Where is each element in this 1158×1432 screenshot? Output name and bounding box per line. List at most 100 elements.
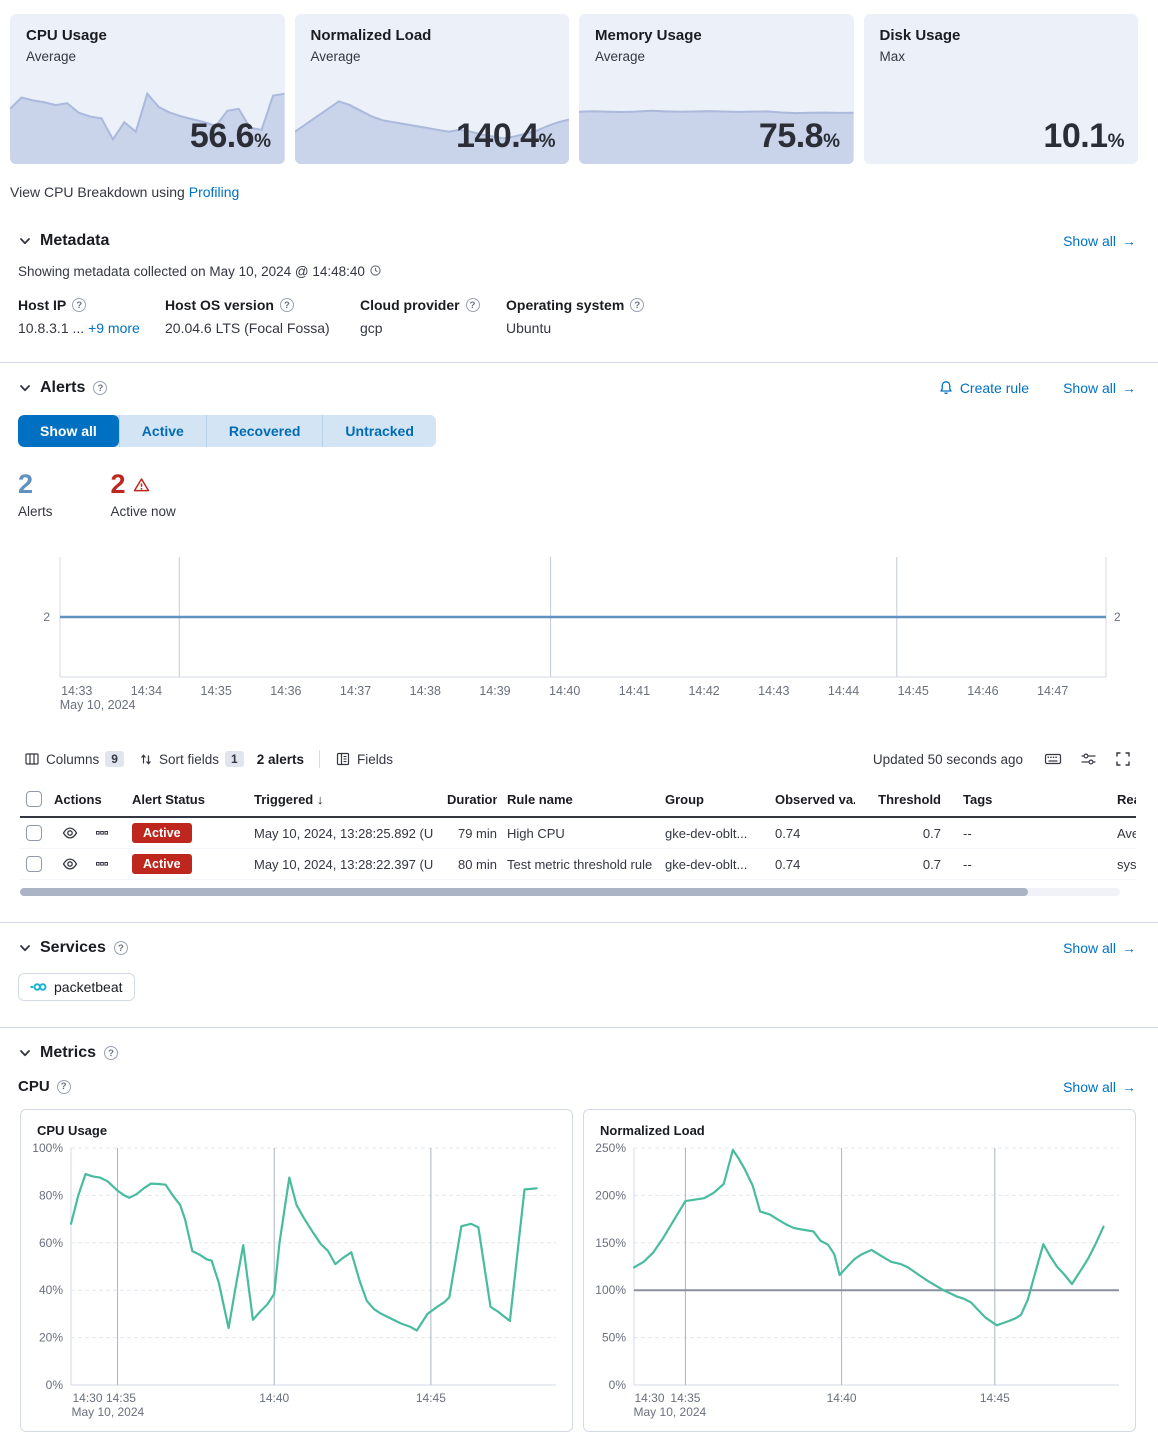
metadata-more-link[interactable]: +9 more <box>88 320 140 336</box>
kpi-card-memory-usage: Memory UsageAverage75.8% <box>579 14 854 164</box>
row-select-cell <box>20 856 54 872</box>
alerts-show-all-link[interactable]: Show all → <box>1063 380 1136 396</box>
help-icon[interactable]: ? <box>280 298 294 312</box>
column-header-observed-va-[interactable]: Observed va... <box>765 792 855 807</box>
help-icon[interactable]: ? <box>630 298 644 312</box>
group-cell: gke-dev-oblt... <box>655 826 765 841</box>
metadata-field-host-os-version: Host OS version?20.04.6 LTS (Focal Fossa… <box>165 297 360 336</box>
metadata-field-label: Host IP? <box>18 297 165 313</box>
tab-show-all[interactable]: Show all <box>18 415 119 447</box>
tab-recovered[interactable]: Recovered <box>206 415 323 447</box>
svg-text:May 10, 2024: May 10, 2024 <box>60 698 136 712</box>
svg-text:14:33: 14:33 <box>61 684 92 698</box>
svg-text:14:30: 14:30 <box>72 1391 102 1405</box>
alerts-section: Alerts ? Create rule Show all → Show all… <box>0 379 1158 896</box>
services-collapse-chevron-icon[interactable] <box>18 941 32 955</box>
fields-button[interactable]: Fields <box>335 751 393 767</box>
create-rule-label: Create rule <box>960 380 1029 396</box>
select-all-checkbox[interactable] <box>26 791 42 807</box>
kpi-subtitle: Average <box>579 44 854 64</box>
metrics-section: Metrics ? CPU ? Show all → CPU Usage0%20… <box>0 1044 1158 1432</box>
help-icon[interactable]: ? <box>72 298 86 312</box>
profiling-link[interactable]: Profiling <box>189 184 240 200</box>
svg-text:14:45: 14:45 <box>898 684 929 698</box>
metadata-field-label: Operating system? <box>506 297 644 313</box>
more-actions-icon[interactable] <box>94 856 110 872</box>
column-header-triggered[interactable]: Triggered ↓ <box>254 792 447 807</box>
more-actions-icon[interactable] <box>94 825 110 841</box>
svg-text:100%: 100% <box>32 1141 63 1155</box>
svg-text:2: 2 <box>1114 610 1121 624</box>
eye-icon[interactable] <box>62 856 78 872</box>
tab-untracked[interactable]: Untracked <box>322 415 435 447</box>
metric-chart-title: Normalized Load <box>584 1110 1135 1138</box>
metrics-charts: CPU Usage0%20%40%60%80%100%14:30May 10, … <box>20 1109 1136 1432</box>
row-checkbox[interactable] <box>26 825 42 841</box>
alerts-timeline-chart: 2214:33May 10, 202414:3414:3514:3614:371… <box>20 553 1138 713</box>
warning-triangle-icon <box>133 477 150 493</box>
svg-text:14:45: 14:45 <box>416 1391 446 1405</box>
help-icon[interactable]: ? <box>114 941 128 955</box>
kpi-subtitle: Max <box>864 44 1139 64</box>
column-header-threshold[interactable]: Threshold <box>855 792 941 807</box>
alerts-collapse-chevron-icon[interactable] <box>18 381 32 395</box>
metadata-field-host-ip: Host IP?10.8.3.1 ... +9 more <box>18 297 165 336</box>
column-header-duration[interactable]: Duration <box>447 792 497 807</box>
keyboard-shortcuts-button[interactable] <box>1040 747 1066 771</box>
duration-cell: 80 min <box>447 857 497 872</box>
help-icon[interactable]: ? <box>93 381 107 395</box>
arrow-right-icon: → <box>1122 380 1136 396</box>
svg-text:14:41: 14:41 <box>619 684 650 698</box>
clock-icon[interactable] <box>370 265 381 276</box>
alerts-filter-tabs: Show allActiveRecoveredUntracked <box>18 415 436 447</box>
metrics-collapse-chevron-icon[interactable] <box>18 1046 32 1060</box>
display-options-button[interactable] <box>1075 747 1101 771</box>
services-show-all-link[interactable]: Show all → <box>1063 940 1136 956</box>
column-header-alert-status[interactable]: Alert Status <box>132 792 254 807</box>
metadata-collapse-chevron-icon[interactable] <box>18 234 32 248</box>
fields-icon <box>335 751 351 767</box>
svg-text:May 10, 2024: May 10, 2024 <box>71 1405 144 1419</box>
profiling-text: View CPU Breakdown using <box>10 184 185 200</box>
alert-count-value: 2 <box>111 471 176 498</box>
kpi-unit: % <box>254 131 270 152</box>
metadata-section: Metadata Show all → Showing metadata col… <box>0 232 1158 336</box>
svg-text:40%: 40% <box>39 1283 63 1297</box>
duration-cell: 79 min <box>447 826 497 841</box>
sort-count-badge: 1 <box>225 751 244 767</box>
group-cell: gke-dev-oblt... <box>655 857 765 872</box>
svg-text:2: 2 <box>43 610 50 624</box>
column-header-rule-name[interactable]: Rule name <box>497 792 655 807</box>
services-section: Services ? Show all → packetbeat <box>0 939 1158 1001</box>
kpi-row: CPU UsageAverage56.6%Normalized LoadAver… <box>0 0 1158 164</box>
kpi-title: Memory Usage <box>579 14 854 44</box>
metadata-show-all-link[interactable]: Show all → <box>1063 233 1136 249</box>
column-header-rea[interactable]: Rea <box>1089 792 1136 807</box>
reason-cell: Ave <box>1089 826 1136 841</box>
columns-button[interactable]: Columns 9 <box>24 751 124 767</box>
fullscreen-button[interactable] <box>1110 747 1136 771</box>
metadata-field-label: Host OS version? <box>165 297 360 313</box>
svg-text:14:40: 14:40 <box>827 1391 857 1405</box>
alerts-timeline-svg: 2214:33May 10, 202414:3414:3514:3614:371… <box>20 553 1138 713</box>
rule-name-cell: High CPU <box>497 826 655 841</box>
scrollbar-thumb[interactable] <box>20 888 1028 896</box>
services-section-title: Services <box>40 939 106 957</box>
help-icon[interactable]: ? <box>104 1046 118 1060</box>
column-header-group[interactable]: Group <box>655 792 765 807</box>
metrics-show-all-link[interactable]: Show all → <box>1063 1079 1136 1095</box>
column-header-actions[interactable]: Actions <box>54 792 132 807</box>
metadata-collected-text: Showing metadata collected on May 10, 20… <box>18 264 365 279</box>
help-icon[interactable]: ? <box>466 298 480 312</box>
service-chip-packetbeat[interactable]: packetbeat <box>18 973 135 1001</box>
kpi-subtitle: Average <box>10 44 285 64</box>
eye-icon[interactable] <box>62 825 78 841</box>
create-rule-link[interactable]: Create rule <box>938 380 1029 396</box>
tab-active[interactable]: Active <box>119 415 206 447</box>
sort-fields-button[interactable]: Sort fields 1 <box>139 751 244 767</box>
alerts-table-toolbar: Columns 9 Sort fields 1 2 alerts Fields … <box>24 747 1136 771</box>
metrics-cpu-subtitle: CPU <box>18 1078 50 1095</box>
help-icon[interactable]: ? <box>57 1080 71 1094</box>
column-header-tags[interactable]: Tags <box>941 792 1089 807</box>
row-checkbox[interactable] <box>26 856 42 872</box>
